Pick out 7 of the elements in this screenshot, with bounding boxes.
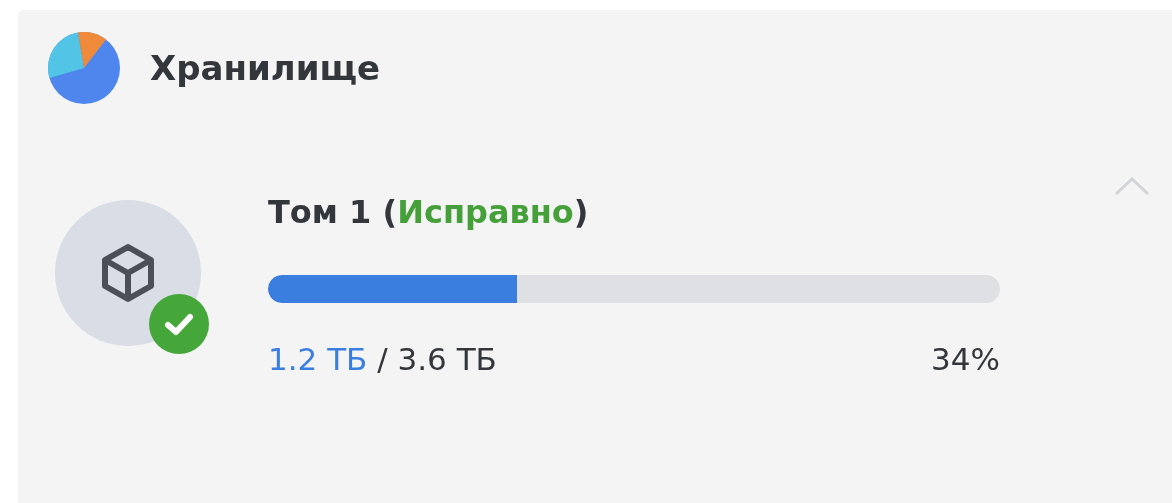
widget-title: Хранилище	[150, 48, 381, 88]
collapse-button[interactable]	[1112, 174, 1152, 198]
usage-percent: 34%	[931, 341, 1000, 377]
cube-icon	[101, 243, 155, 303]
usage-text: 1.2 ТБ / 3.6 ТБ	[268, 341, 497, 377]
pie-chart-icon	[48, 32, 120, 104]
volume-title: Том 1 (Исправно)	[268, 192, 590, 232]
